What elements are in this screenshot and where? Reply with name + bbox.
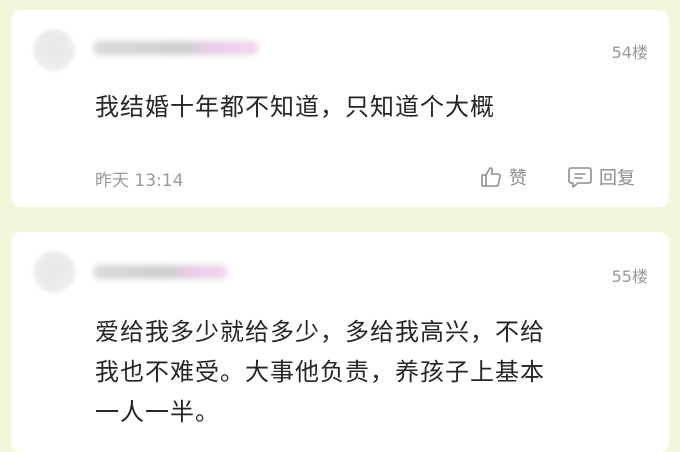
floor-number: 55楼 xyxy=(611,267,648,286)
comment-text-line: 爱给我多少就给多少，多给我高兴，不给 xyxy=(95,318,545,346)
like-button[interactable]: 赞 xyxy=(479,164,527,190)
comment-time: 昨天 13:14 xyxy=(95,171,184,191)
floor-number: 54楼 xyxy=(611,43,648,62)
comment-card: 55楼 爱给我多少就给多少，多给我高兴，不给 我也不难受。大事他负责，养孩子上基… xyxy=(11,232,669,452)
comment-text-line: 一人一半。 xyxy=(95,398,220,426)
comment-text: 我结婚十年都不知道，只知道个大概 xyxy=(95,93,495,121)
comment-text: 爱给我多少就给多少，多给我高兴，不给 我也不难受。大事他负责，养孩子上基本 一人… xyxy=(95,312,545,432)
comment-bubble-icon xyxy=(567,165,593,189)
comment-card: 54楼 我结婚十年都不知道，只知道个大概 昨天 13:14 赞 回复 xyxy=(11,10,669,207)
like-label: 赞 xyxy=(509,168,527,189)
reply-label: 回复 xyxy=(599,168,635,189)
avatar[interactable] xyxy=(33,29,75,71)
username-blurred[interactable] xyxy=(93,265,228,279)
username-blurred[interactable] xyxy=(93,41,258,55)
thumbs-up-icon xyxy=(479,165,503,189)
avatar[interactable] xyxy=(33,251,75,293)
reply-button[interactable]: 回复 xyxy=(567,164,635,190)
comment-text-line: 我也不难受。大事他负责，养孩子上基本 xyxy=(95,358,545,386)
